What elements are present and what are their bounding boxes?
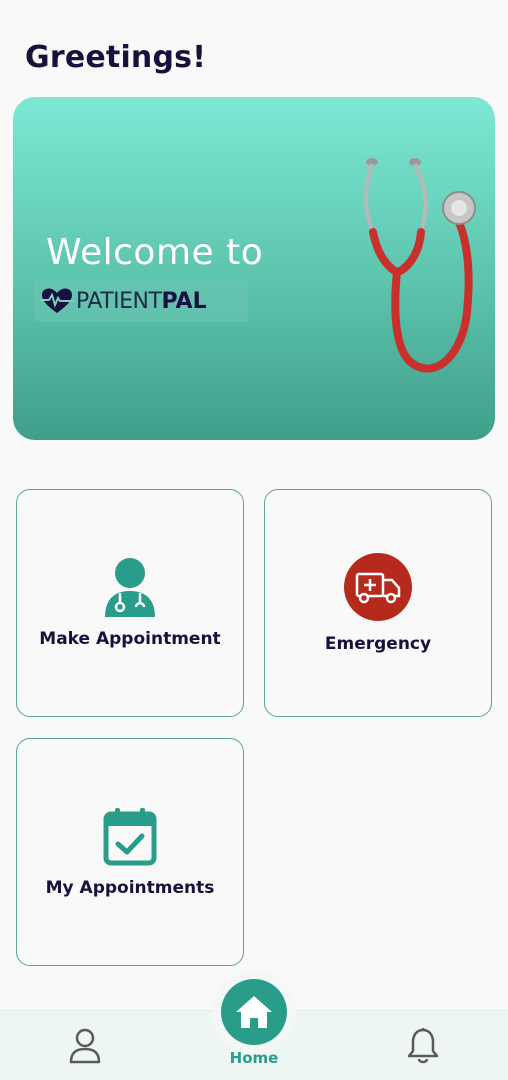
card-label-emergency: Emergency xyxy=(324,634,432,654)
logo-text-patient: PATIENT xyxy=(76,288,162,314)
emergency-card[interactable]: Emergency xyxy=(264,489,492,717)
home-label[interactable]: Home xyxy=(214,1049,294,1067)
card-label-my-appointments: My Appointments xyxy=(45,878,215,898)
make-appointment-card[interactable]: Make Appointment xyxy=(16,489,244,717)
my-appointments-card[interactable]: My Appointments xyxy=(16,738,244,966)
welcome-banner: Welcome to PATIENT PAL xyxy=(13,97,495,440)
profile-icon[interactable] xyxy=(68,1028,102,1064)
doctor-icon xyxy=(105,558,155,617)
page-title: Greetings! xyxy=(25,40,207,75)
calendar-check-icon xyxy=(103,808,157,866)
stethoscope-image xyxy=(364,158,476,373)
patientpal-logo: PATIENT PAL xyxy=(34,280,248,322)
logo-text-pal: PAL xyxy=(161,288,207,314)
ambulance-icon xyxy=(344,553,412,621)
heart-pulse-icon xyxy=(40,288,74,313)
home-icon xyxy=(236,996,272,1028)
card-label-make-appointment: Make Appointment xyxy=(39,629,221,649)
home-button[interactable] xyxy=(221,979,287,1045)
bell-icon[interactable] xyxy=(406,1027,440,1065)
welcome-text: Welcome to xyxy=(46,232,264,273)
